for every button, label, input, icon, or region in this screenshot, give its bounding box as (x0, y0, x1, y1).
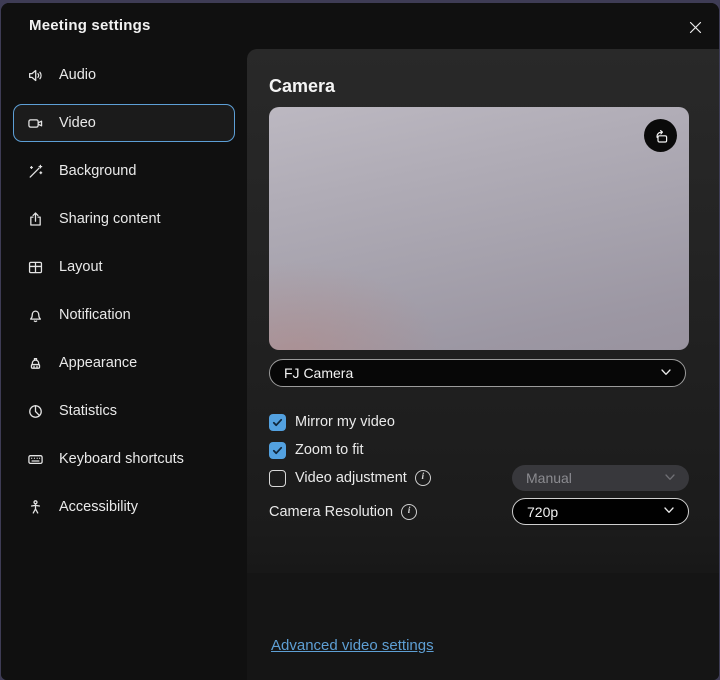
dialog-title: Meeting settings (29, 17, 151, 34)
share-icon (27, 211, 44, 228)
sidebar-item-video[interactable]: Video (13, 104, 235, 142)
grid-layout-icon (27, 259, 44, 276)
sidebar-item-sharing-content[interactable]: Sharing content (13, 200, 235, 238)
camera-device-select[interactable]: FJ Camera (269, 359, 686, 387)
sidebar: Audio Video Background (1, 49, 247, 680)
checkmark-icon (272, 445, 283, 456)
chevron-down-icon (662, 503, 676, 520)
mirror-video-label: Mirror my video (295, 414, 395, 430)
camera-resolution-value: 720p (527, 504, 662, 520)
video-settings-panel: Camera FJ Camera (247, 49, 719, 680)
chevron-down-icon (663, 470, 677, 487)
video-adjustment-mode-value: Manual (526, 470, 663, 486)
sidebar-item-background[interactable]: Background (13, 152, 235, 190)
keyboard-icon (27, 451, 44, 468)
sidebar-item-accessibility[interactable]: Accessibility (13, 488, 235, 526)
sidebar-item-notification[interactable]: Notification (13, 296, 235, 334)
speaker-icon (27, 67, 44, 84)
zoom-to-fit-row: Zoom to fit (269, 439, 689, 461)
rotate-camera-icon (651, 126, 671, 146)
camera-resolution-label: Camera Resolution (269, 504, 393, 520)
rotate-camera-button[interactable] (644, 119, 677, 152)
sidebar-item-layout[interactable]: Layout (13, 248, 235, 286)
sidebar-item-label: Video (59, 115, 96, 131)
sidebar-item-label: Layout (59, 259, 103, 275)
meeting-settings-dialog: Meeting settings Audio Vi (1, 3, 719, 680)
titlebar: Meeting settings (1, 3, 719, 49)
info-icon[interactable]: i (415, 470, 431, 486)
sidebar-item-statistics[interactable]: Statistics (13, 392, 235, 430)
magic-wand-icon (27, 163, 44, 180)
zoom-to-fit-label: Zoom to fit (295, 442, 364, 458)
sidebar-item-label: Audio (59, 67, 96, 83)
sidebar-item-appearance[interactable]: Appearance (13, 344, 235, 382)
camera-section: Camera FJ Camera (247, 49, 719, 573)
checkmark-icon (272, 417, 283, 428)
brush-icon (27, 355, 44, 372)
mirror-video-row: Mirror my video (269, 411, 689, 433)
video-adjustment-checkbox[interactable] (269, 470, 286, 487)
advanced-video-settings-link[interactable]: Advanced video settings (271, 637, 434, 654)
sidebar-item-label: Notification (59, 307, 131, 323)
sidebar-item-audio[interactable]: Audio (13, 56, 235, 94)
close-icon[interactable] (683, 15, 707, 39)
accessibility-icon (27, 499, 44, 516)
video-adjustment-label: Video adjustment (295, 470, 407, 486)
camera-device-value: FJ Camera (284, 365, 659, 381)
sidebar-item-label: Background (59, 163, 136, 179)
sidebar-item-keyboard-shortcuts[interactable]: Keyboard shortcuts (13, 440, 235, 478)
section-title: Camera (269, 76, 687, 97)
video-adjustment-mode-select: Manual (512, 465, 689, 491)
video-camera-icon (27, 115, 44, 132)
info-icon[interactable]: i (401, 504, 417, 520)
camera-resolution-select[interactable]: 720p (512, 498, 689, 525)
mirror-video-checkbox[interactable] (269, 414, 286, 431)
sidebar-item-label: Sharing content (59, 211, 161, 227)
bell-icon (27, 307, 44, 324)
chevron-down-icon (659, 365, 673, 382)
sidebar-item-label: Keyboard shortcuts (59, 451, 184, 467)
zoom-to-fit-checkbox[interactable] (269, 442, 286, 459)
camera-preview (269, 107, 689, 350)
video-adjustment-row: Video adjustment i Manual (269, 465, 689, 491)
pie-chart-icon (27, 403, 44, 420)
sidebar-item-label: Statistics (59, 403, 117, 419)
sidebar-item-label: Appearance (59, 355, 137, 371)
camera-resolution-row: Camera Resolution i 720p (269, 498, 689, 525)
sidebar-item-label: Accessibility (59, 499, 138, 515)
